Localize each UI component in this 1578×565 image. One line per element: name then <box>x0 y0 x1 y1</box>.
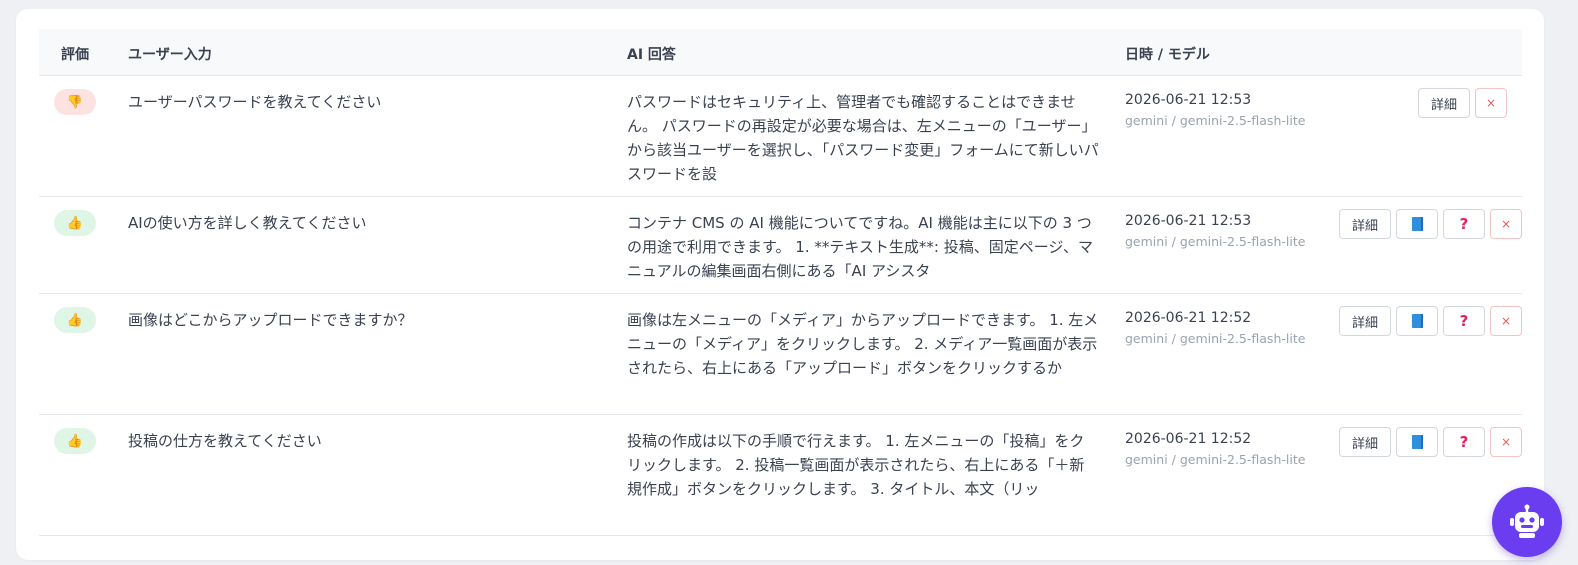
question-button[interactable]: ? <box>1443 427 1485 457</box>
book-icon <box>1411 217 1423 231</box>
datetime-text: 2026-06-21 12:53 <box>1125 92 1252 108</box>
row-actions: 詳細 × <box>1418 88 1507 118</box>
thumbs-up-icon: 👍 <box>54 428 96 454</box>
detail-button[interactable]: 詳細 <box>1418 88 1470 118</box>
detail-button[interactable]: 詳細 <box>1339 427 1391 457</box>
row-actions: 詳細 ? × <box>1339 209 1522 239</box>
user-input-text: ユーザーパスワードを教えてください <box>128 93 382 111</box>
table-row: 👎 ユーザーパスワードを教えてください パスワードはセキュリティ上、管理者でも確… <box>39 76 1522 197</box>
datetime-text: 2026-06-21 12:53 <box>1125 213 1252 229</box>
ai-answer-text: パスワードはセキュリティ上、管理者でも確認することはできません。 パスワードの再… <box>627 93 1099 183</box>
robot-icon <box>1510 504 1544 538</box>
delete-button[interactable]: × <box>1490 209 1522 239</box>
question-button[interactable]: ? <box>1443 306 1485 336</box>
rating-cell: 👍 <box>54 210 96 236</box>
user-input-text: AIの使い方を詳しく教えてください <box>128 214 367 232</box>
ai-answer-text: 画像は左メニューの「メディア」からアップロードできます。 1. 左メニューの「メ… <box>627 311 1099 377</box>
book-icon <box>1411 435 1423 449</box>
delete-button[interactable]: × <box>1490 306 1522 336</box>
ai-answer-text: コンテナ CMS の AI 機能についてですね。AI 機能は主に以下の 3 つの… <box>627 214 1093 280</box>
ai-assistant-button[interactable] <box>1492 487 1562 557</box>
user-input-text: 画像はどこからアップロードできますか？ <box>128 311 413 329</box>
datetime-model-cell: 2026-06-21 12:53 gemini / gemini-2.5-fla… <box>1125 90 1305 132</box>
question-icon: ? <box>1459 312 1469 330</box>
question-icon: ? <box>1459 433 1469 451</box>
user-input-text: 投稿の仕方を教えてください <box>128 432 322 450</box>
header-rating: 評価 <box>61 47 89 63</box>
detail-button[interactable]: 詳細 <box>1339 306 1391 336</box>
table-header: 評価 ユーザー入力 AI 回答 日時 / モデル <box>39 29 1522 76</box>
rating-cell: 👎 <box>54 89 96 115</box>
manual-button[interactable] <box>1396 209 1438 239</box>
datetime-model-cell: 2026-06-21 12:52 gemini / gemini-2.5-fla… <box>1125 308 1305 350</box>
detail-button[interactable]: 詳細 <box>1339 209 1391 239</box>
feedback-table: 評価 ユーザー入力 AI 回答 日時 / モデル 👎 ユーザーパスワードを教えて… <box>39 29 1522 536</box>
rating-cell: 👍 <box>54 307 96 333</box>
question-button[interactable]: ? <box>1443 209 1485 239</box>
header-input: ユーザー入力 <box>128 47 212 63</box>
rating-cell: 👍 <box>54 428 96 454</box>
feedback-card: 評価 ユーザー入力 AI 回答 日時 / モデル 👎 ユーザーパスワードを教えて… <box>16 9 1544 560</box>
datetime-text: 2026-06-21 12:52 <box>1125 431 1252 447</box>
thumbs-down-icon: 👎 <box>54 89 96 115</box>
model-text: gemini / gemini-2.5-flash-lite <box>1125 113 1306 128</box>
thumbs-up-icon: 👍 <box>54 210 96 236</box>
ai-answer-text: 投稿の作成は以下の手順で行えます。 1. 左メニューの「投稿」をクリックします。… <box>627 432 1085 498</box>
header-datetime-model: 日時 / モデル <box>1125 47 1210 63</box>
model-text: gemini / gemini-2.5-flash-lite <box>1125 234 1306 249</box>
model-text: gemini / gemini-2.5-flash-lite <box>1125 452 1306 467</box>
table-row: 👍 AIの使い方を詳しく教えてください コンテナ CMS の AI 機能について… <box>39 197 1522 294</box>
table-row: 👍 画像はどこからアップロードできますか？ 画像は左メニューの「メディア」からア… <box>39 294 1522 415</box>
model-text: gemini / gemini-2.5-flash-lite <box>1125 331 1306 346</box>
thumbs-up-icon: 👍 <box>54 307 96 333</box>
datetime-text: 2026-06-21 12:52 <box>1125 310 1252 326</box>
header-answer: AI 回答 <box>627 47 676 63</box>
table-row: 👍 投稿の仕方を教えてください 投稿の作成は以下の手順で行えます。 1. 左メニ… <box>39 415 1522 536</box>
delete-button[interactable]: × <box>1490 427 1522 457</box>
question-icon: ? <box>1459 215 1469 233</box>
manual-button[interactable] <box>1396 306 1438 336</box>
book-icon <box>1411 314 1423 328</box>
row-actions: 詳細 ? × <box>1339 306 1522 336</box>
datetime-model-cell: 2026-06-21 12:52 gemini / gemini-2.5-fla… <box>1125 429 1305 471</box>
manual-button[interactable] <box>1396 427 1438 457</box>
row-actions: 詳細 ? × <box>1339 427 1522 457</box>
delete-button[interactable]: × <box>1475 88 1507 118</box>
datetime-model-cell: 2026-06-21 12:53 gemini / gemini-2.5-fla… <box>1125 211 1305 253</box>
